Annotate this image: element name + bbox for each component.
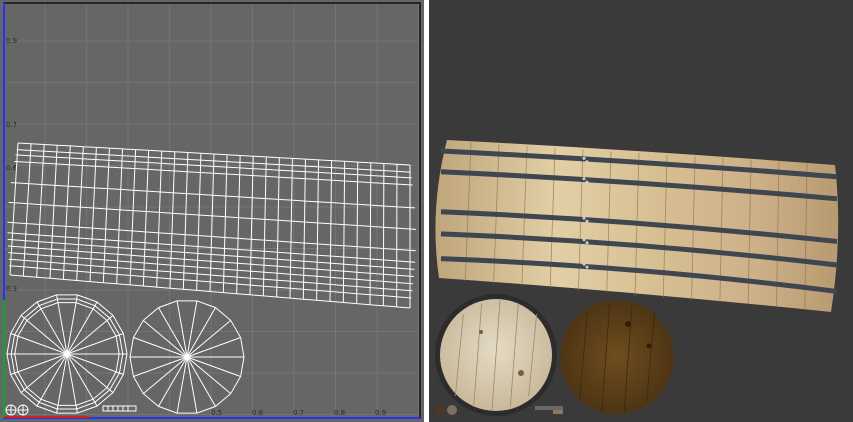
barrel-body-uv-island[interactable] — [7, 142, 416, 309]
x-tick-label: 0.6 — [252, 409, 264, 417]
x-tick-label: 0.5 — [211, 409, 222, 417]
x-tick-label: 0.9 — [375, 409, 386, 417]
barrel-lid-uv-island[interactable] — [129, 300, 245, 414]
x-tick-label: 0.7 — [293, 409, 304, 417]
texture-preview-viewport[interactable] — [429, 0, 853, 422]
y-tick-label: 0.9 — [6, 37, 17, 45]
uv-canvas[interactable]: 0.9 0.7 0.6 0.3 0.5 0.6 0.7 0.8 0.9 — [0, 0, 424, 422]
x-tick-label: 0.8 — [334, 409, 345, 417]
texture-canvas[interactable] — [429, 0, 853, 422]
barrel-lid-uv-island[interactable] — [6, 294, 128, 414]
y-tick-label: 0.3 — [6, 285, 17, 293]
barrel-lid-dark-texture — [560, 300, 674, 414]
barrel-lid-texture — [435, 294, 557, 416]
y-tick-label: 0.7 — [6, 121, 17, 129]
uv-editor-viewport[interactable]: 0.9 0.7 0.6 0.3 0.5 0.6 0.7 0.8 0.9 — [0, 0, 424, 422]
